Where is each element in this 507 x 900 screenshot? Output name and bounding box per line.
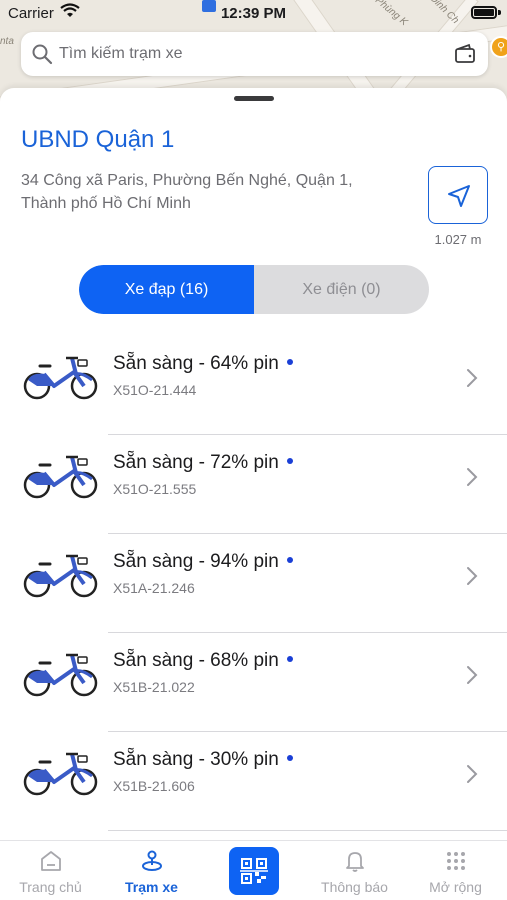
chevron-right-icon [467, 765, 478, 783]
station-name: UBND Quận 1 [21, 126, 175, 153]
tab-notifications-label: Thông báo [321, 879, 388, 895]
clock: 12:39 PM [220, 5, 287, 22]
battery-icon [471, 6, 497, 19]
chevron-right-icon [467, 567, 478, 585]
bicycle-icon [23, 455, 98, 499]
vehicle-status: Sẵn sàng - 64% pin [113, 353, 293, 375]
vehicle-plate: X51B-21.022 [113, 679, 195, 695]
chevron-right-icon [467, 468, 478, 486]
search-input[interactable]: Tìm kiếm trạm xe [59, 45, 183, 63]
sheet-grabber[interactable] [234, 96, 274, 101]
distance-label: 1.027 m [434, 232, 482, 247]
chevron-right-icon [467, 369, 478, 387]
bike-station-marker-icon[interactable]: ⚲ [490, 36, 507, 58]
tab-stations[interactable]: Trạm xe [101, 841, 202, 900]
station-pin-icon [142, 850, 162, 871]
tab-home[interactable]: Trang chủ [0, 841, 101, 900]
bottom-tab-bar: Trang chủ Trạm xe Thông báo Mở rộng [0, 840, 507, 900]
vehicle-row[interactable]: Sẵn sàng - 94% pin X51A-21.246 [0, 534, 507, 633]
bicycle-icon [23, 752, 98, 796]
home-icon [41, 851, 61, 871]
availability-dot-icon [286, 754, 293, 761]
tab-more[interactable]: Mở rộng [405, 841, 506, 900]
row-divider [108, 830, 507, 831]
tab-notifications[interactable]: Thông báo [304, 841, 405, 900]
bicycle-icon [23, 554, 98, 598]
tab-ebikes[interactable]: Xe điện (0) [254, 265, 429, 314]
status-bar: Carrier 12:39 PM [0, 0, 507, 28]
bicycle-icon [23, 356, 98, 400]
qr-scan-button[interactable] [229, 847, 279, 895]
vehicle-row[interactable]: Sẵn sàng - 68% pin X51B-21.022 [0, 633, 507, 732]
tab-more-label: Mở rộng [429, 879, 482, 895]
vehicle-status: Sẵn sàng - 94% pin [113, 551, 293, 573]
navigation-arrow-icon [448, 185, 470, 207]
availability-dot-icon [286, 457, 293, 464]
search-bar[interactable]: Tìm kiếm trạm xe [21, 32, 488, 76]
tab-home-label: Trang chủ [19, 879, 82, 895]
availability-dot-icon [286, 556, 293, 563]
vehicle-status: Sẵn sàng - 30% pin [113, 749, 293, 771]
tab-stations-label: Trạm xe [125, 879, 178, 895]
map-label: nta [0, 36, 14, 47]
availability-dot-icon [286, 358, 293, 365]
station-detail-sheet: UBND Quận 1 34 Công xã Paris, Phường Bến… [0, 88, 507, 840]
search-icon [32, 44, 53, 65]
grid-dots-icon [447, 852, 465, 870]
vehicle-plate: X51A-21.246 [113, 580, 195, 596]
bicycle-icon [23, 653, 98, 697]
qr-code-icon [240, 858, 268, 884]
chevron-right-icon [467, 666, 478, 684]
vehicle-status: Sẵn sàng - 68% pin [113, 650, 293, 672]
vehicle-plate: X51B-21.606 [113, 778, 195, 794]
vehicle-row[interactable]: Sẵn sàng - 72% pin X51O-21.555 [0, 435, 507, 534]
vehicle-row[interactable]: Sẵn sàng - 30% pin X51B-21.606 [0, 732, 507, 831]
vehicle-status: Sẵn sàng - 72% pin [113, 452, 293, 474]
bell-icon [346, 852, 364, 872]
station-address: 34 Công xã Paris, Phường Bến Nghé, Quận … [21, 172, 353, 212]
vehicle-plate: X51O-21.444 [113, 382, 197, 398]
vehicle-row[interactable]: Sẵn sàng - 64% pin X51O-21.444 [0, 336, 507, 435]
wallet-icon[interactable] [454, 43, 476, 65]
availability-dot-icon [286, 655, 293, 662]
vehicle-plate: X51O-21.555 [113, 481, 197, 497]
vehicle-type-segmented-control: Xe đạp (16) Xe điện (0) [79, 265, 429, 314]
tab-bikes[interactable]: Xe đạp (16) [79, 265, 254, 314]
directions-button[interactable] [428, 166, 488, 224]
